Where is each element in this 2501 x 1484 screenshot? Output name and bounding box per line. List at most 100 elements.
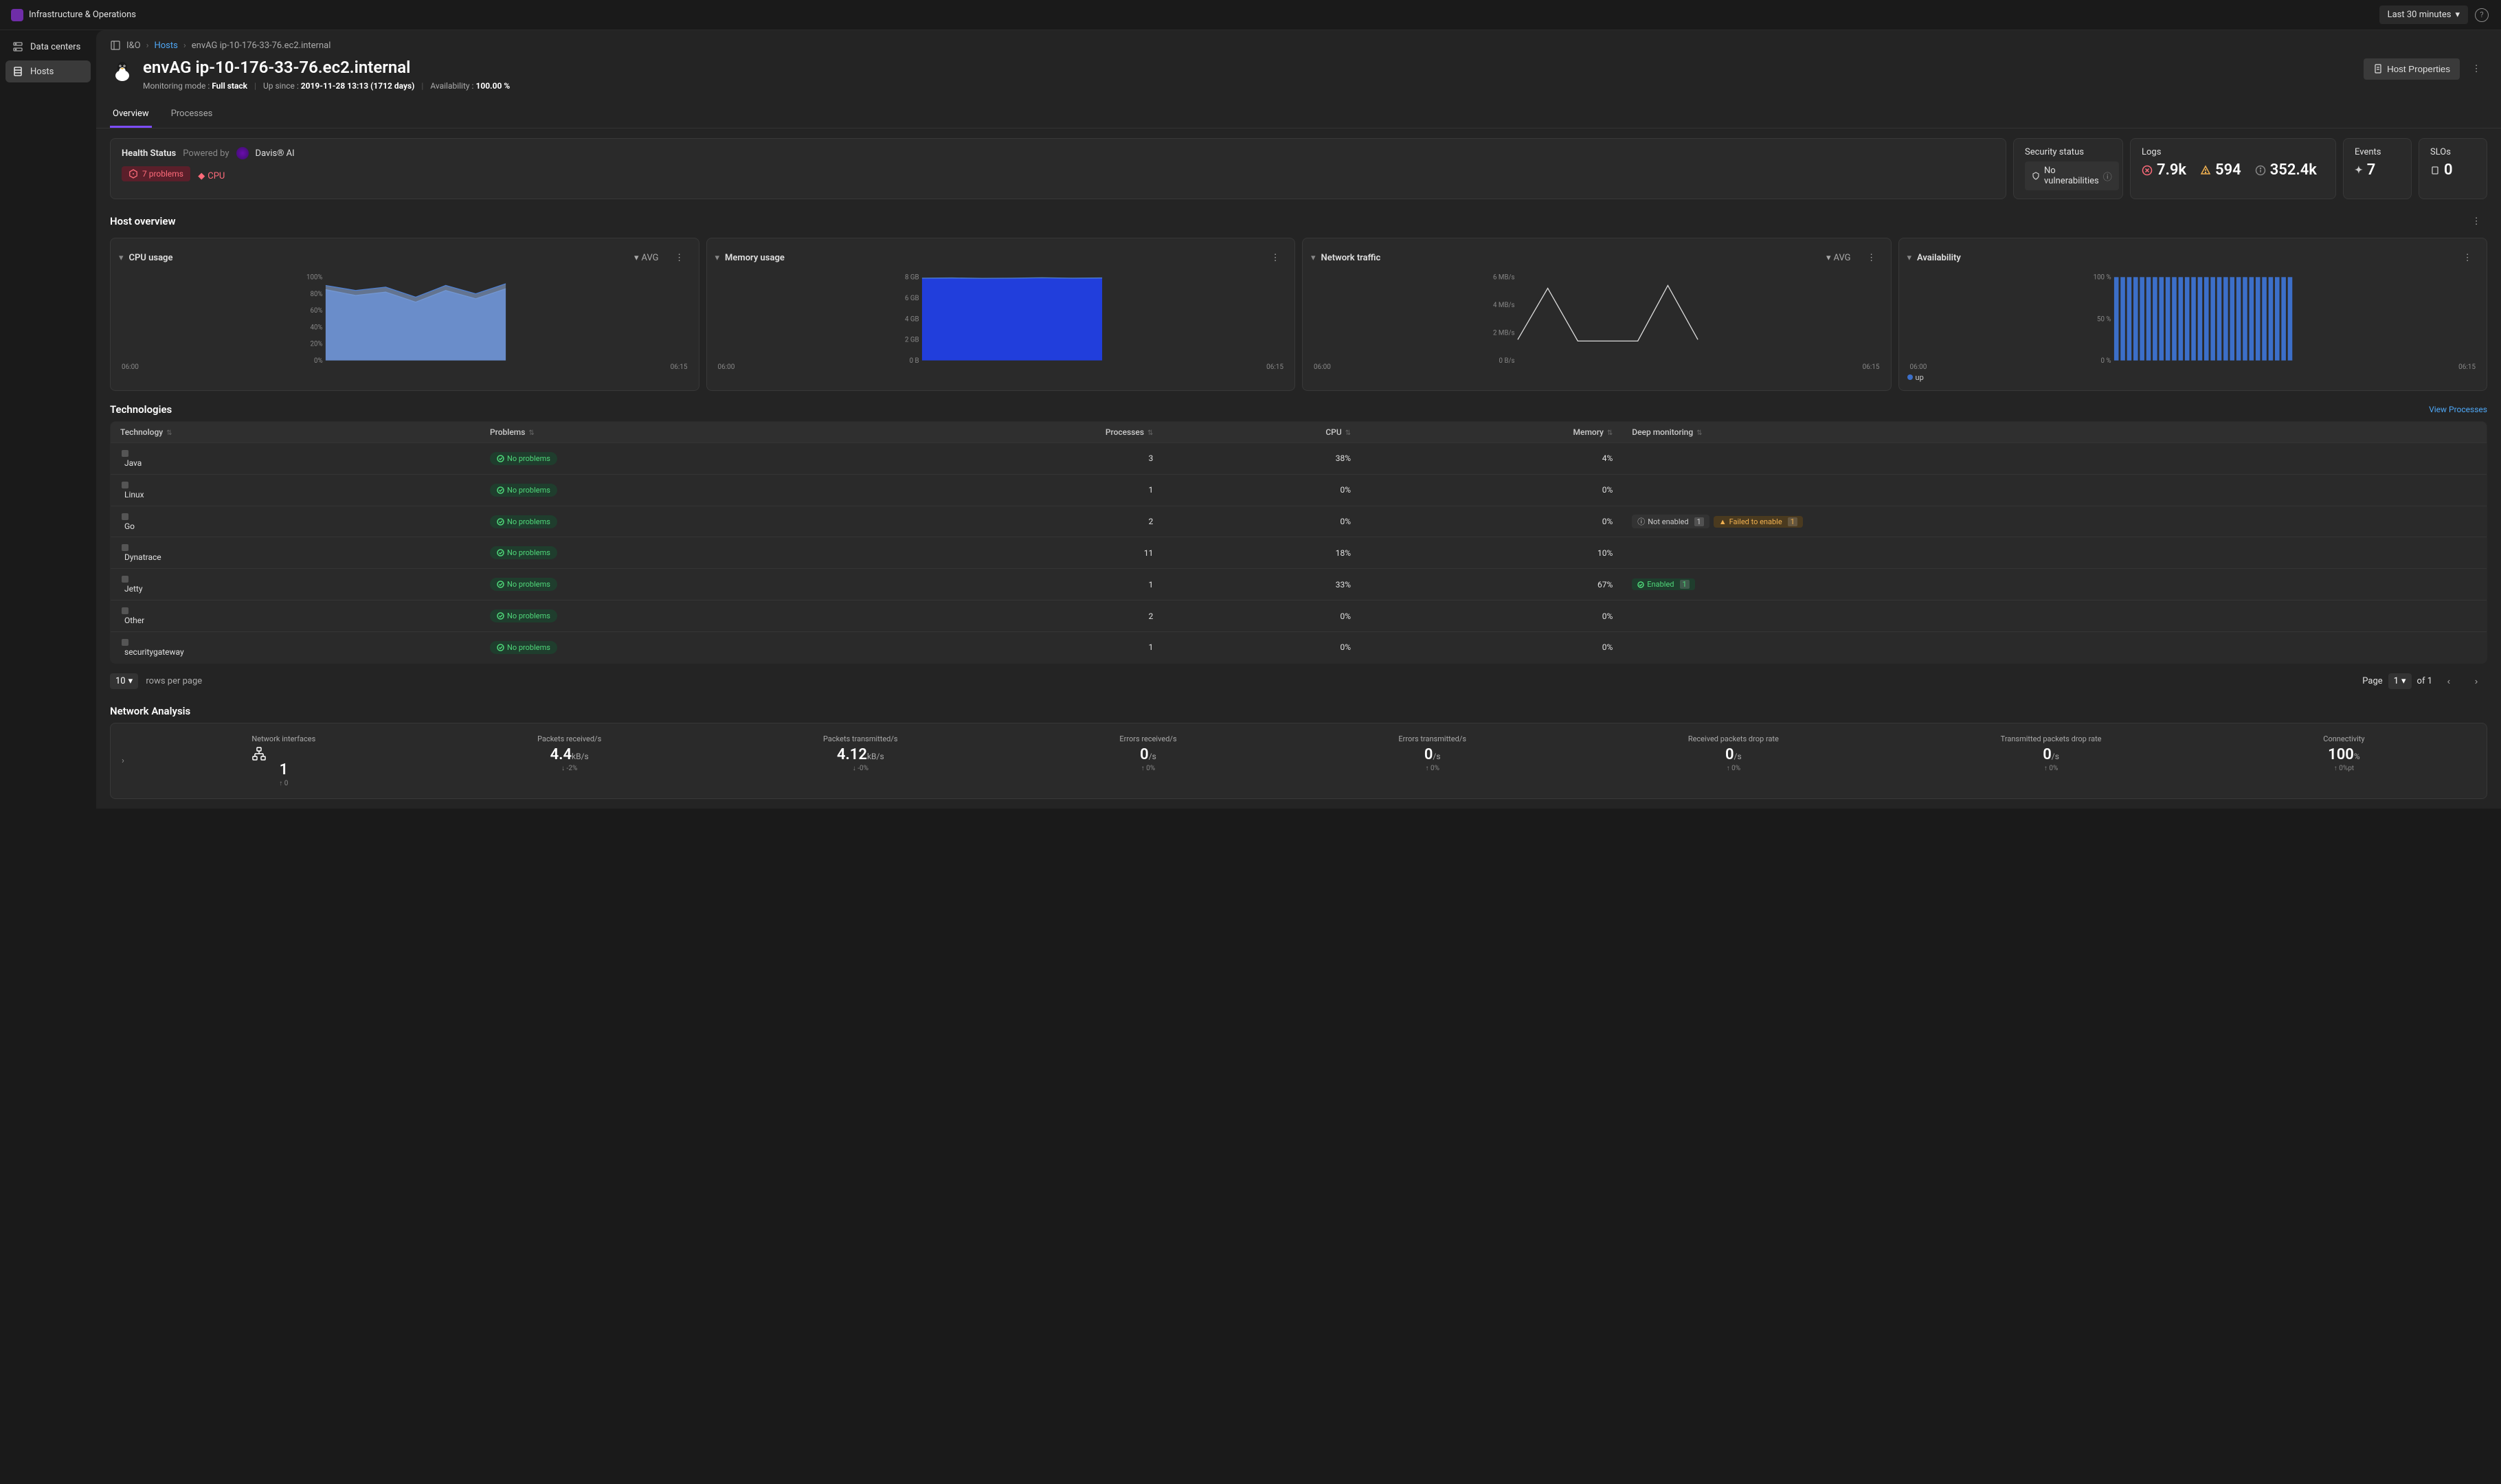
sort-icon: ⇅ — [1147, 429, 1153, 437]
deep-monitoring-badge: ▲ Failed to enable1 — [1714, 516, 1803, 528]
view-processes-link[interactable]: View Processes — [2429, 405, 2487, 414]
warning-icon: ▲ — [1719, 517, 1727, 526]
chevron-down-icon[interactable]: ▾ — [715, 253, 720, 263]
network-stat: Connectivity100%↑ 0%pt — [2323, 734, 2364, 787]
table-row[interactable]: GoNo problems20%0%ⓘ Not enabled1▲ Failed… — [111, 506, 2487, 537]
svg-text:2 GB: 2 GB — [904, 337, 919, 344]
sidebar-item-hosts[interactable]: Hosts — [5, 60, 91, 82]
chevron-down-icon: ▾ — [128, 676, 133, 686]
security-title: Security status — [2025, 147, 2111, 157]
meta-row: Monitoring mode : Full stack | Up since … — [143, 81, 510, 91]
table-header[interactable]: Processes ⇅ — [865, 422, 1163, 443]
table-header[interactable]: Problems ⇅ — [480, 422, 865, 443]
cpu-chart-card: ▾CPU usage▾AVG⋮0%20%40%60%80%100%06:0006… — [110, 238, 699, 391]
tab-processes[interactable]: Processes — [168, 102, 216, 128]
logs-info-count[interactable]: 352.4k — [2255, 161, 2317, 179]
chart-legend: up — [1907, 373, 2479, 382]
deep-monitoring-badge: Enabled1 — [1632, 578, 1694, 590]
sort-icon: ⇅ — [1607, 429, 1613, 437]
tech-icon — [120, 480, 471, 490]
no-problems-badge: No problems — [490, 641, 557, 654]
document-icon — [2373, 64, 2383, 74]
events-title: Events — [2355, 147, 2400, 157]
cpu-badge[interactable]: ◆ CPU — [198, 171, 225, 181]
breadcrumb-link-hosts[interactable]: Hosts — [154, 41, 177, 51]
table-row[interactable]: OtherNo problems20%0% — [111, 600, 2487, 632]
more-icon[interactable]: ⋮ — [1861, 247, 1883, 269]
more-icon[interactable]: ⋮ — [2465, 210, 2487, 232]
rows-per-page-select[interactable]: 10 ▾ — [110, 673, 138, 689]
sort-icon: ⇅ — [1345, 429, 1351, 437]
sidebar-item-data-centers[interactable]: Data centers — [5, 36, 91, 58]
memory-chart-card: ▾Memory usage⋮0 B2 GB4 GB6 GB8 GB06:0006… — [706, 238, 1296, 391]
chart-plot: 0 B/s2 MB/s4 MB/s6 MB/s — [1311, 274, 1883, 363]
page-select[interactable]: 1 ▾ — [2388, 673, 2412, 689]
vulnerabilities-badge[interactable]: No vulnerabilities ⓘ — [2025, 161, 2119, 190]
table-header[interactable]: Technology ⇅ — [111, 422, 480, 443]
svg-text:20%: 20% — [310, 341, 322, 348]
host-properties-button[interactable]: Host Properties — [2364, 58, 2460, 80]
chart-plot: 0 B2 GB4 GB6 GB8 GB — [715, 274, 1287, 363]
events-card: Events ✦7 — [2343, 138, 2412, 199]
host-overview-title: Host overview — [110, 215, 176, 227]
more-icon[interactable]: ⋮ — [669, 247, 691, 269]
sort-icon: ⇅ — [1696, 429, 1702, 437]
network-stat: Network interfaces1↑ 0 — [251, 734, 315, 787]
expand-icon[interactable]: › — [122, 756, 135, 766]
breadcrumb: I&O › Hosts › envAG ip-10-176-33-76.ec2.… — [96, 30, 2501, 55]
help-icon[interactable]: ? — [2474, 7, 2490, 23]
app-title: Infrastructure & Operations — [29, 10, 136, 20]
problems-badge[interactable]: 7 problems — [122, 166, 190, 181]
table-row[interactable]: JettyNo problems133%67% Enabled1 — [111, 569, 2487, 600]
table-header[interactable]: Memory ⇅ — [1360, 422, 1622, 443]
target-icon — [2430, 166, 2440, 175]
sort-icon: ⇅ — [528, 429, 534, 437]
next-page-button[interactable]: › — [2465, 671, 2487, 693]
slos-count[interactable]: 0 — [2430, 161, 2476, 179]
sparkle-icon: ✦ — [2355, 165, 2363, 176]
security-status-card: Security status No vulnerabilities ⓘ — [2013, 138, 2123, 199]
app-logo-icon — [11, 9, 23, 21]
chevron-right-icon: › — [146, 41, 149, 51]
table-row[interactable]: securitygatewayNo problems10%0% — [111, 631, 2487, 663]
events-count[interactable]: ✦7 — [2355, 161, 2400, 179]
sidebar-item-label: Data centers — [30, 42, 80, 52]
logs-error-count[interactable]: 7.9k — [2142, 161, 2186, 179]
tech-icon — [120, 543, 471, 552]
breadcrumb-current: envAG ip-10-176-33-76.ec2.internal — [192, 41, 331, 51]
chevron-down-icon: ▾ — [2401, 676, 2406, 686]
table-header[interactable]: Deep monitoring ⇅ — [1622, 422, 2487, 443]
time-picker[interactable]: Last 30 minutes ▾ — [2379, 5, 2468, 24]
no-problems-badge: No problems — [490, 578, 557, 591]
table-row[interactable]: JavaNo problems338%4% — [111, 443, 2487, 475]
chevron-down-icon[interactable]: ▾ — [1907, 253, 1912, 263]
chevron-down-icon: ▾ — [2455, 10, 2460, 20]
agg-select[interactable]: ▾AVG — [1821, 250, 1857, 266]
check-icon — [1637, 581, 1644, 588]
chart-title: Network traffic — [1321, 253, 1381, 263]
agg-select[interactable]: ▾AVG — [629, 250, 664, 266]
tab-overview[interactable]: Overview — [110, 102, 152, 128]
more-icon[interactable]: ⋮ — [1264, 247, 1286, 269]
breadcrumb-root: I&O — [126, 41, 141, 51]
legend-dot — [1907, 374, 1913, 380]
svg-text:40%: 40% — [310, 324, 322, 331]
chevron-down-icon[interactable]: ▾ — [1311, 253, 1316, 263]
panel-icon[interactable] — [110, 40, 121, 51]
more-icon[interactable]: ⋮ — [2465, 58, 2487, 80]
tech-icon — [120, 638, 471, 647]
network-stat: Transmitted packets drop rate0/s↑ 0% — [2001, 734, 2102, 787]
table-row[interactable]: LinuxNo problems10%0% — [111, 474, 2487, 506]
topbar: Infrastructure & Operations Last 30 minu… — [0, 0, 2501, 30]
logs-warn-count[interactable]: 594 — [2200, 161, 2241, 179]
chevron-down-icon[interactable]: ▾ — [119, 253, 124, 263]
prev-page-button[interactable]: ‹ — [2438, 671, 2460, 693]
network-stat: Errors received/s0/s↑ 0% — [1119, 734, 1176, 787]
no-problems-badge: No problems — [490, 546, 557, 559]
tech-icon — [120, 512, 471, 521]
table-row[interactable]: DynatraceNo problems1118%10% — [111, 537, 2487, 569]
info-icon — [2255, 165, 2266, 176]
table-header[interactable]: CPU ⇅ — [1163, 422, 1360, 443]
info-icon[interactable]: ⓘ — [2103, 170, 2112, 183]
more-icon[interactable]: ⋮ — [2456, 247, 2478, 269]
